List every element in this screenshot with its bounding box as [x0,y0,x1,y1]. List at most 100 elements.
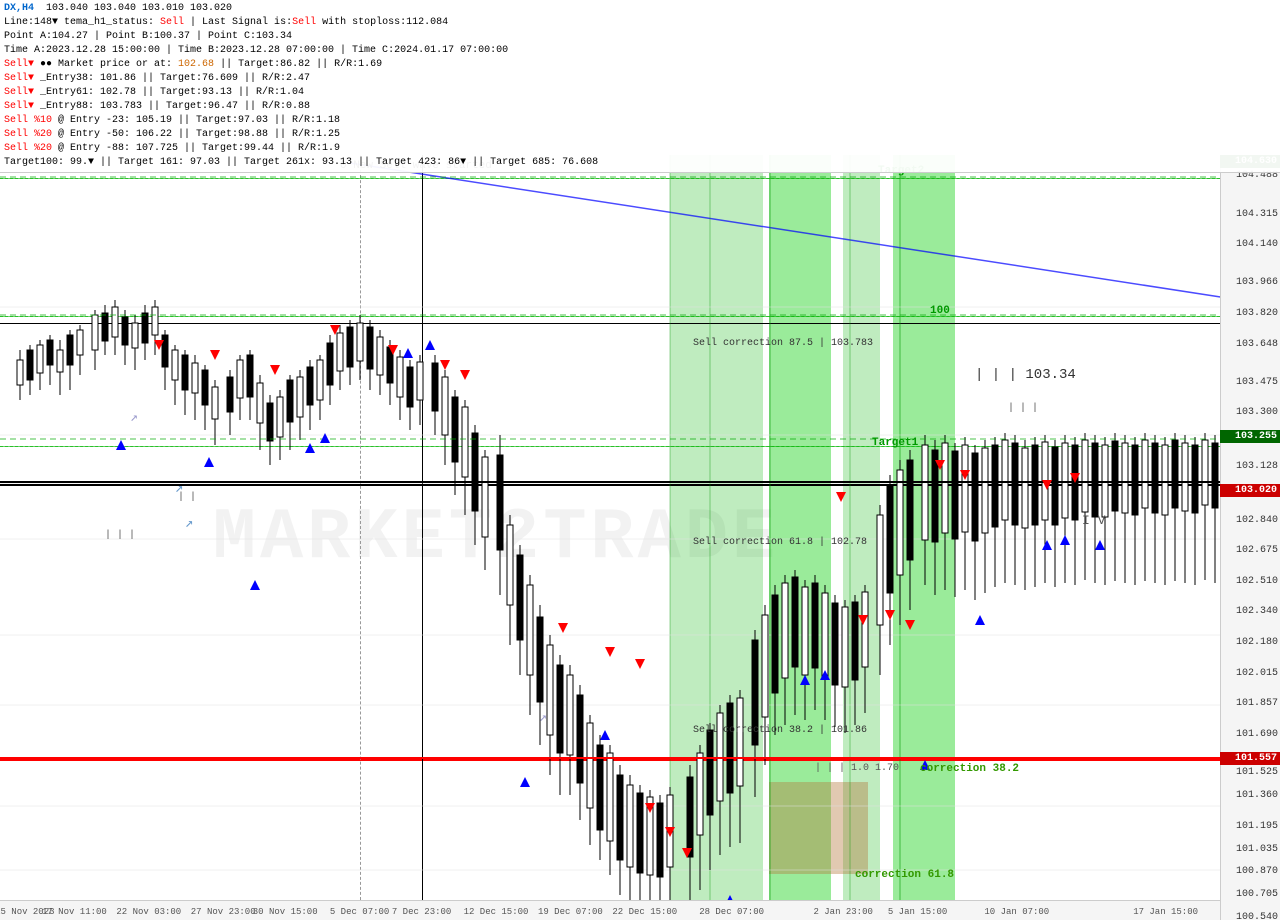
arrow-sell-10 [635,659,645,669]
time-label-nov22: 22 Nov 03:00 [116,907,181,917]
arrow-sell-4 [330,325,340,335]
time-label-dec22: 22 Dec 15:00 [612,907,677,917]
price-104-140: 104.140 [1236,239,1278,250]
label-pipes-3: | | [178,492,196,503]
arrow-buy-6 [403,348,413,358]
label-1-0-1-70: | | | 1.0 1.70 [815,763,899,774]
label-100: 100 [930,305,950,317]
arrow-buy-13 [820,670,830,680]
chart-area: MARKET2TRADE [0,155,1240,920]
price-103-648: 103.648 [1236,339,1278,350]
arrow-sell-17 [905,620,915,630]
price-box-101-557: 101.557 [1220,752,1280,765]
price-103-475: 103.475 [1236,377,1278,388]
arrow-sell-19 [960,470,970,480]
diagonal-arrow-4: ↗ [539,710,547,725]
price-101-857: 101.857 [1236,698,1278,709]
arrow-buy-3 [250,580,260,590]
time-axis: 15 Nov 2023 17 Nov 11:00 22 Nov 03:00 27… [0,900,1240,920]
price-101-195: 101.195 [1236,821,1278,832]
info-line-8: Sell▼ _Entry88: 103.783 || Target:96.47 … [4,100,1276,114]
info-line-2: Line:148▼ tema_h1_status: Sell | Last Si… [4,16,1276,30]
arrow-sell-16 [885,610,895,620]
time-label-jan17: 17 Jan 15:00 [1133,907,1198,917]
label-corr-618: correction 61.8 [855,869,954,881]
arrow-sell-5 [388,345,398,355]
arrow-buy-8 [600,730,610,740]
arrow-buy-1 [116,440,126,450]
arrow-sell-18 [935,460,945,470]
arrow-buy-17 [1060,535,1070,545]
label-roman-IV: I V [1082,513,1105,528]
label-sell-corr-382: Sell correction 38.2 | 101.86 [693,725,867,736]
price-101-690: 101.690 [1236,729,1278,740]
info-line-10: Sell %20 @ Entry -50: 106.22 || Target:9… [4,128,1276,142]
time-label-jan2: 2 Jan 23:00 [813,907,872,917]
arrow-buy-9 [520,777,530,787]
arrow-sell-2 [210,350,220,360]
arrow-buy-12 [800,675,810,685]
price-101-525: 101.525 [1236,767,1278,778]
arrow-sell-3 [270,365,280,375]
label-103-34: | | | 103.34 [975,367,1076,383]
price-103-820: 103.820 [1236,308,1278,319]
arrow-sell-6 [440,360,450,370]
price-102-180: 102.180 [1236,637,1278,648]
arrow-sell-7 [460,370,470,380]
arrow-sell-20 [1042,480,1052,490]
arrow-buy-5 [320,433,330,443]
info-line-1: DX,H4 103.040 103.040 103.010 103.020 [4,2,1276,16]
arrow-sell-8 [558,623,568,633]
arrow-sell-21 [1070,473,1080,483]
price-102-340: 102.340 [1236,606,1278,617]
diagonal-arrow-2: ↗ [185,515,193,532]
info-line-11: Sell %20 @ Entry -88: 107.725 || Target:… [4,142,1276,156]
price-103-966: 103.966 [1236,277,1278,288]
arrow-buy-4 [305,443,315,453]
arrow-buy-16 [1042,540,1052,550]
info-line-3: Point A:104.27 | Point B:100.37 | Point … [4,30,1276,44]
price-101-035: 101.035 [1236,844,1278,855]
info-line-12: Target100: 99.▼ || Target 161: 97.03 || … [4,156,1276,170]
price-box-current: 103.020 [1220,484,1280,497]
time-label-nov27: 27 Nov 23:00 [191,907,256,917]
label-sell-corr-618: Sell correction 61.8 | 102.78 [693,537,867,548]
arrow-sell-1 [154,340,164,350]
price-101-360: 101.360 [1236,790,1278,801]
chart-container: DX,H4 103.040 103.040 103.010 103.020 Li… [0,0,1280,920]
arrow-buy-2 [204,457,214,467]
arrow-buy-7 [425,340,435,350]
info-line-6: Sell▼ _Entry38: 101.86 || Target:76.609 … [4,72,1276,86]
arrow-sell-15 [858,615,868,625]
price-100-540: 100.540 [1236,912,1278,920]
price-102-015: 102.015 [1236,668,1278,679]
arrow-buy-18 [1095,540,1105,550]
diagonal-arrow-3: ↗ [130,410,138,425]
price-102-840: 102.840 [1236,515,1278,526]
price-100-705: 100.705 [1236,889,1278,900]
info-line-7: Sell▼ _Entry61: 102.78 || Target:93.13 |… [4,86,1276,100]
time-label-dec19: 19 Dec 07:00 [538,907,603,917]
price-102-510: 102.510 [1236,576,1278,587]
label-pipes-2: | | | [105,530,135,541]
label-corr-382: correction 38.2 [920,763,1019,775]
info-bar: DX,H4 103.040 103.040 103.010 103.020 Li… [0,0,1280,173]
arrow-sell-11 [645,803,655,813]
arrow-sell-12 [665,827,675,837]
arrow-sell-13 [682,848,692,858]
label-sell-corr-875: Sell correction 87.5 | 103.783 [693,338,873,349]
time-label-nov17: 17 Nov 11:00 [42,907,107,917]
time-label-jan5: 5 Jan 15:00 [888,907,947,917]
price-box-103-255: 103.255 [1220,430,1280,443]
time-label-dec28: 28 Dec 07:00 [699,907,764,917]
time-label-jan10: 10 Jan 07:00 [984,907,1049,917]
time-label-nov30: 30 Nov 15:00 [253,907,318,917]
price-104-315: 104.315 [1236,209,1278,220]
candles-svg [0,155,1240,920]
time-label-dec5: 5 Dec 07:00 [330,907,389,917]
info-line-9: Sell %10 @ Entry -23: 105.19 || Target:9… [4,114,1276,128]
price-102-675: 102.675 [1236,545,1278,556]
price-100-870: 100.870 [1236,866,1278,877]
info-line-4: Time A:2023.12.28 15:00:00 | Time B:2023… [4,44,1276,58]
arrow-sell-9 [605,647,615,657]
